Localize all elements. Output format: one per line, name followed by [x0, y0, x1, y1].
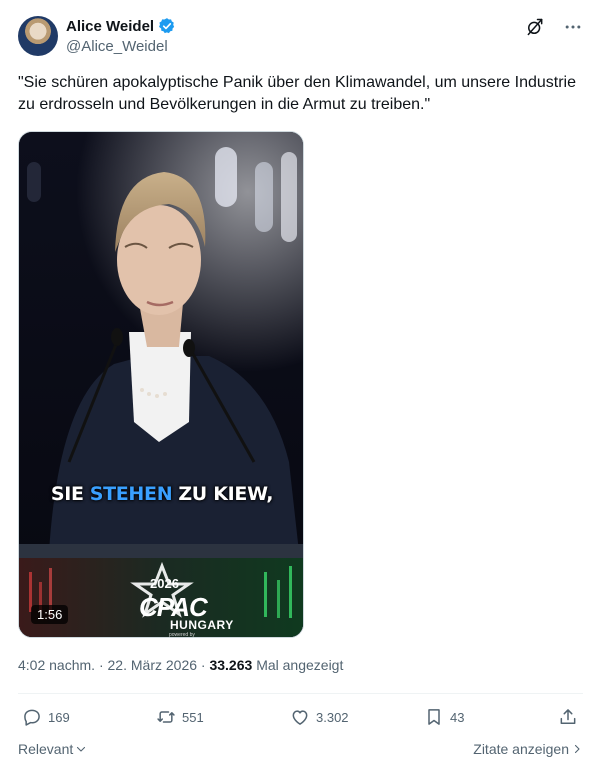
verified-badge-icon	[159, 18, 175, 34]
repost-button[interactable]: 551	[156, 707, 204, 727]
chevron-down-icon	[77, 746, 86, 752]
meta-separator: ·	[200, 657, 206, 673]
bookmark-count: 43	[450, 709, 465, 725]
like-button[interactable]: 3.302	[290, 707, 349, 727]
video-caption: SIE STEHEN ZU KIEW,	[19, 483, 303, 505]
tweet-time[interactable]: 4:02 nachm.	[18, 657, 95, 673]
author-name-row: Alice Weidel	[66, 17, 176, 35]
repost-icon	[157, 711, 175, 723]
sort-label: Relevant	[18, 741, 74, 757]
video-frame	[19, 132, 303, 637]
caption-word: ZU KIEW,	[178, 483, 274, 505]
sort-dropdown[interactable]: Relevant	[18, 741, 87, 757]
view-count: 33.263	[209, 657, 253, 673]
grok-icon[interactable]	[525, 17, 545, 37]
chevron-right-icon	[574, 744, 580, 754]
tweet-meta: 4:02 nachm. · 22. März 2026 · 33.263 Mal…	[18, 657, 343, 673]
repost-count: 551	[182, 709, 204, 725]
bookmark-button[interactable]: 43	[424, 707, 464, 727]
tweet-date[interactable]: 22. März 2026	[108, 657, 198, 673]
top-actions	[525, 17, 583, 37]
quotes-label: Zitate anzeigen	[473, 741, 569, 757]
avatar[interactable]	[18, 16, 58, 56]
tweet-card: Alice Weidel @Alice_Weidel "Sie schüren …	[0, 0, 599, 767]
view-count-label: Mal angezeigt	[256, 657, 344, 673]
event-country: HUNGARY	[170, 618, 234, 632]
meta-separator: ·	[98, 657, 104, 673]
event-powered-by: powered by	[169, 632, 195, 638]
tweet-text: "Sie schüren apokalyptische Panik über d…	[18, 74, 576, 113]
reply-button[interactable]: 169	[22, 707, 70, 727]
share-button[interactable]	[558, 707, 578, 727]
like-count: 3.302	[316, 709, 349, 725]
video-duration-badge: 1:56	[31, 605, 69, 624]
reply-icon	[24, 709, 40, 726]
reply-count: 169	[48, 709, 70, 725]
view-quotes-link[interactable]: Zitate anzeigen	[473, 741, 583, 757]
author-name[interactable]: Alice Weidel	[66, 18, 154, 35]
caption-word: SIE	[50, 483, 84, 505]
caption-word-highlighted: STEHEN	[89, 483, 173, 505]
action-bar: 169 551 3.302 43	[18, 707, 584, 729]
author-handle[interactable]: @Alice_Weidel	[66, 38, 168, 55]
bookmark-icon	[428, 709, 440, 725]
like-icon	[292, 710, 308, 725]
more-icon[interactable]	[563, 17, 583, 37]
share-icon	[560, 709, 576, 724]
video-player[interactable]: SIE STEHEN ZU KIEW, 2026 CPAC HUNGARY powe…	[18, 131, 304, 638]
event-year: 2026	[150, 576, 179, 591]
divider	[18, 693, 583, 694]
